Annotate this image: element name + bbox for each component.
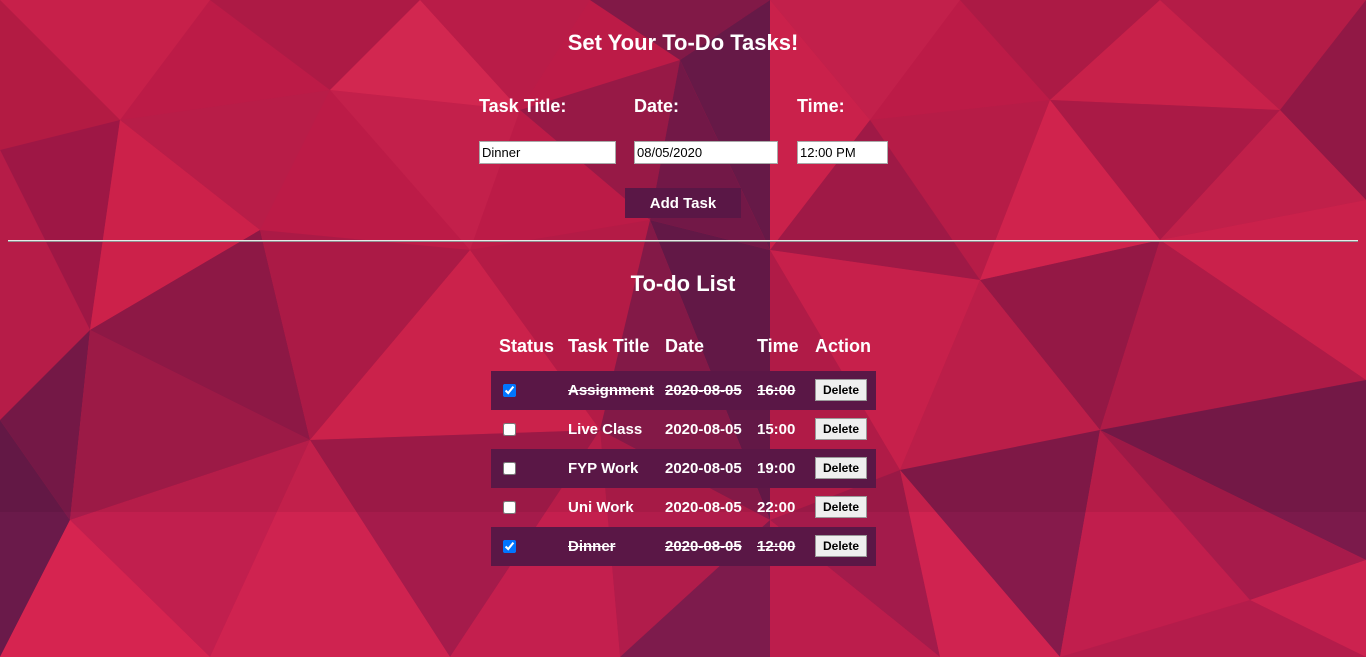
delete-button[interactable]: Delete <box>815 496 867 518</box>
task-time-cell: 19:00 <box>757 460 796 477</box>
task-status-checkbox[interactable] <box>503 384 516 397</box>
task-date-cell: 2020-08-05 <box>665 538 742 555</box>
task-time-cell: 15:00 <box>757 421 796 438</box>
delete-button[interactable]: Delete <box>815 379 867 401</box>
section-divider <box>8 240 1358 242</box>
time-label: Time: <box>797 96 845 116</box>
delete-button[interactable]: Delete <box>815 535 867 557</box>
task-title-cell: Uni Work <box>568 499 634 516</box>
column-header-date: Date <box>665 336 705 356</box>
task-row: Uni Work 2020-08-05 22:00 Delete <box>491 488 876 527</box>
task-title-cell: Dinner <box>568 538 616 555</box>
task-title-input[interactable] <box>479 141 616 164</box>
task-status-checkbox[interactable] <box>503 501 516 514</box>
task-title-label: Task Title: <box>479 96 567 116</box>
task-row: FYP Work 2020-08-05 19:00 Delete <box>491 449 876 488</box>
task-date-cell: 2020-08-05 <box>665 382 742 399</box>
task-title-cell: Assignment <box>568 382 654 399</box>
task-time-cell: 12:00 <box>757 538 796 555</box>
column-header-time: Time <box>757 336 799 356</box>
column-header-status: Status <box>499 336 555 356</box>
column-header-task-title: Task Title <box>568 336 650 356</box>
task-status-checkbox[interactable] <box>503 462 516 475</box>
date-input[interactable] <box>634 141 778 164</box>
date-label: Date: <box>634 96 680 116</box>
task-title-cell: Live Class <box>568 421 643 438</box>
column-header-action: Action <box>815 336 871 356</box>
task-time-cell: 16:00 <box>757 382 796 399</box>
task-row: Live Class 2020-08-05 15:00 Delete <box>491 410 876 449</box>
page-title: Set Your To-Do Tasks! <box>567 30 799 55</box>
task-title-cell: FYP Work <box>568 460 639 477</box>
todo-list-title: To-do List <box>630 271 736 296</box>
delete-button[interactable]: Delete <box>815 418 867 440</box>
time-input[interactable] <box>797 141 888 164</box>
task-status-checkbox[interactable] <box>503 540 516 553</box>
task-date-cell: 2020-08-05 <box>665 499 742 516</box>
task-row: Dinner 2020-08-05 12:00 Delete <box>491 527 876 566</box>
task-row: Assignment 2020-08-05 16:00 Delete <box>491 371 876 410</box>
task-date-cell: 2020-08-05 <box>665 460 742 477</box>
delete-button[interactable]: Delete <box>815 457 867 479</box>
task-status-checkbox[interactable] <box>503 423 516 436</box>
task-time-cell: 22:00 <box>757 499 796 516</box>
task-date-cell: 2020-08-05 <box>665 421 742 438</box>
add-task-button[interactable]: Add Task <box>625 188 741 218</box>
